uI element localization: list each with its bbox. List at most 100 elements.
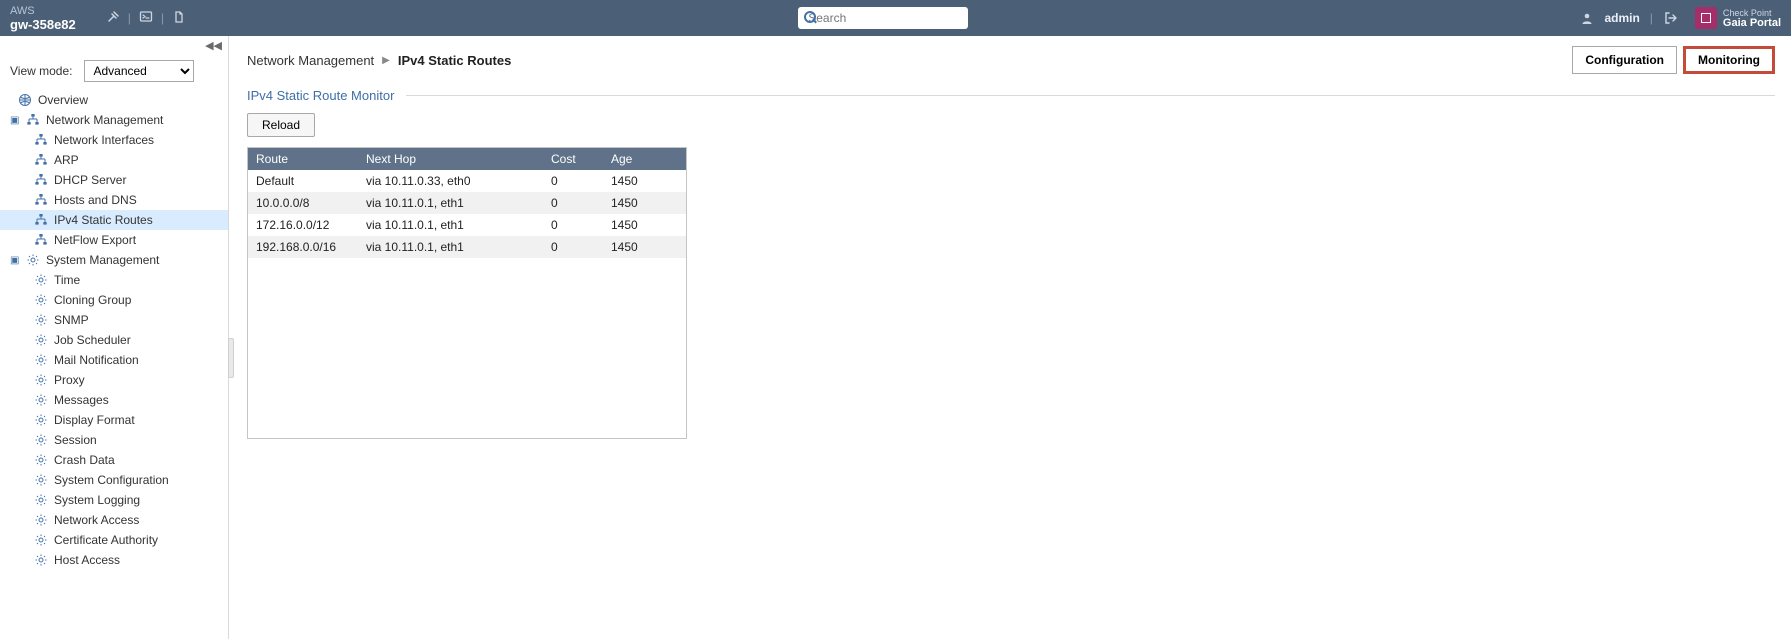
table-row[interactable]: 10.0.0.0/8via 10.11.0.1, eth101450 bbox=[248, 192, 686, 214]
tab-monitoring[interactable]: Monitoring bbox=[1683, 46, 1775, 74]
gear-icon bbox=[34, 313, 48, 327]
sidebar-item-overview[interactable]: Overview bbox=[0, 90, 228, 110]
view-mode-row: View mode: Advanced bbox=[0, 56, 228, 90]
pin-icon[interactable] bbox=[106, 10, 120, 27]
tab-configuration[interactable]: Configuration bbox=[1572, 46, 1677, 74]
gear-icon bbox=[34, 353, 48, 367]
cell-cost: 0 bbox=[543, 214, 603, 236]
host-label: gw-358e82 bbox=[10, 18, 76, 32]
sidebar-item-label: DHCP Server bbox=[54, 173, 126, 187]
global-search[interactable] bbox=[798, 7, 968, 29]
route-table-panel: Route Next Hop Cost Age Defaultvia 10.11… bbox=[247, 147, 687, 439]
table-row[interactable]: Defaultvia 10.11.0.33, eth001450 bbox=[248, 170, 686, 192]
separator: | bbox=[1650, 11, 1653, 25]
col-age[interactable]: Age bbox=[603, 148, 686, 170]
cell-cost: 0 bbox=[543, 236, 603, 258]
search-input[interactable] bbox=[808, 8, 963, 28]
network-icon bbox=[34, 213, 48, 227]
sidebar-item-snmp[interactable]: SNMP bbox=[0, 310, 228, 330]
sidebar-item-messages[interactable]: Messages bbox=[0, 390, 228, 410]
sidebar-item-system-logging[interactable]: System Logging bbox=[0, 490, 228, 510]
view-mode-select[interactable]: Advanced bbox=[84, 60, 194, 82]
network-icon bbox=[34, 173, 48, 187]
logout-icon[interactable] bbox=[1663, 10, 1679, 26]
sidebar-item-label: Crash Data bbox=[54, 453, 115, 467]
cell-age: 1450 bbox=[603, 236, 686, 258]
table-row[interactable]: 172.16.0.0/12via 10.11.0.1, eth101450 bbox=[248, 214, 686, 236]
cell-next-hop: via 10.11.0.1, eth1 bbox=[358, 192, 543, 214]
sidebar-splitter[interactable] bbox=[228, 338, 234, 378]
document-icon[interactable] bbox=[172, 10, 186, 27]
cell-cost: 0 bbox=[543, 170, 603, 192]
sidebar-item-certificate-authority[interactable]: Certificate Authority bbox=[0, 530, 228, 550]
gear-icon bbox=[34, 513, 48, 527]
gear-icon bbox=[34, 393, 48, 407]
sidebar-item-label: SNMP bbox=[54, 313, 89, 327]
globe-icon bbox=[18, 93, 32, 107]
breadcrumb-separator-icon: ▶ bbox=[382, 55, 390, 66]
sidebar-item-hosts-and-dns[interactable]: Hosts and DNS bbox=[0, 190, 228, 210]
user-icon bbox=[1580, 11, 1594, 25]
sidebar-item-display-format[interactable]: Display Format bbox=[0, 410, 228, 430]
cell-route: 172.16.0.0/12 bbox=[248, 214, 358, 236]
topbar-title: AWS gw-358e82 bbox=[10, 4, 76, 32]
gear-icon bbox=[34, 333, 48, 347]
main: Network Management ▶ IPv4 Static Routes … bbox=[229, 36, 1791, 639]
reload-button[interactable]: Reload bbox=[247, 113, 315, 137]
sidebar-item-label: IPv4 Static Routes bbox=[54, 213, 153, 227]
brand-logo-icon bbox=[1695, 7, 1717, 29]
sidebar-group-children: TimeCloning Group SNMP Job SchedulerMail N… bbox=[0, 270, 228, 570]
network-icon bbox=[34, 133, 48, 147]
page-header: Network Management ▶ IPv4 Static Routes … bbox=[247, 36, 1775, 74]
sidebar-item-cloning-group[interactable]: Cloning Group bbox=[0, 290, 228, 310]
tree-toggle-icon[interactable]: ▣ bbox=[10, 115, 20, 126]
sidebar-item-ipv4-static-routes[interactable]: IPv4 Static Routes bbox=[0, 210, 228, 230]
sidebar-item-arp[interactable]: ARP bbox=[0, 150, 228, 170]
sidebar: ◀◀ View mode: Advanced Overview ▣Network… bbox=[0, 36, 229, 639]
sidebar-item-label: Network Interfaces bbox=[54, 133, 154, 147]
sidebar-group-children: Network Interfaces ARP DHCP Server Hosts an… bbox=[0, 130, 228, 250]
cell-age: 1450 bbox=[603, 170, 686, 192]
gear-icon bbox=[26, 253, 40, 267]
sidebar-item-network-access[interactable]: Network Access bbox=[0, 510, 228, 530]
sidebar-item-label: Hosts and DNS bbox=[54, 193, 137, 207]
sidebar-item-dhcp-server[interactable]: DHCP Server bbox=[0, 170, 228, 190]
section-title: IPv4 Static Route Monitor bbox=[247, 88, 394, 103]
gear-icon bbox=[34, 373, 48, 387]
route-table: Route Next Hop Cost Age Defaultvia 10.11… bbox=[248, 148, 686, 258]
breadcrumb-parent[interactable]: Network Management bbox=[247, 53, 374, 68]
cell-next-hop: via 10.11.0.1, eth1 bbox=[358, 236, 543, 258]
sidebar-item-label: Display Format bbox=[54, 413, 135, 427]
cell-route: Default bbox=[248, 170, 358, 192]
col-cost[interactable]: Cost bbox=[543, 148, 603, 170]
section-title-row: IPv4 Static Route Monitor bbox=[247, 88, 1775, 103]
network-icon bbox=[26, 113, 40, 127]
sidebar-item-mail-notification[interactable]: Mail Notification bbox=[0, 350, 228, 370]
sidebar-item-session[interactable]: Session bbox=[0, 430, 228, 450]
sidebar-group-system-management[interactable]: ▣System Management bbox=[0, 250, 228, 270]
topbar-center bbox=[186, 7, 1580, 29]
sidebar-item-system-configuration[interactable]: System Configuration bbox=[0, 470, 228, 490]
sidebar-item-proxy[interactable]: Proxy bbox=[0, 370, 228, 390]
view-mode-label: View mode: bbox=[10, 64, 72, 78]
username[interactable]: admin bbox=[1604, 11, 1639, 25]
sidebar-collapse-toggle[interactable]: ◀◀ bbox=[0, 36, 228, 56]
sidebar-item-job-scheduler[interactable]: Job Scheduler bbox=[0, 330, 228, 350]
nav-tree: Overview ▣Network ManagementNetwork Inte… bbox=[0, 90, 228, 570]
tree-toggle-icon[interactable]: ▣ bbox=[10, 255, 20, 266]
breadcrumb-current: IPv4 Static Routes bbox=[398, 53, 511, 68]
sidebar-item-time[interactable]: Time bbox=[0, 270, 228, 290]
route-table-header-row: Route Next Hop Cost Age bbox=[248, 148, 686, 170]
sidebar-item-crash-data[interactable]: Crash Data bbox=[0, 450, 228, 470]
table-row[interactable]: 192.168.0.0/16via 10.11.0.1, eth101450 bbox=[248, 236, 686, 258]
col-route[interactable]: Route bbox=[248, 148, 358, 170]
sidebar-item-network-interfaces[interactable]: Network Interfaces bbox=[0, 130, 228, 150]
terminal-icon[interactable] bbox=[139, 10, 153, 27]
sidebar-group-network-management[interactable]: ▣Network Management bbox=[0, 110, 228, 130]
col-next-hop[interactable]: Next Hop bbox=[358, 148, 543, 170]
sidebar-item-label: Session bbox=[54, 433, 97, 447]
sidebar-item-netflow-export[interactable]: NetFlow Export bbox=[0, 230, 228, 250]
brand-text: Check Point Gaia Portal bbox=[1723, 8, 1781, 28]
breadcrumb: Network Management ▶ IPv4 Static Routes bbox=[247, 53, 511, 68]
sidebar-item-host-access[interactable]: Host Access bbox=[0, 550, 228, 570]
